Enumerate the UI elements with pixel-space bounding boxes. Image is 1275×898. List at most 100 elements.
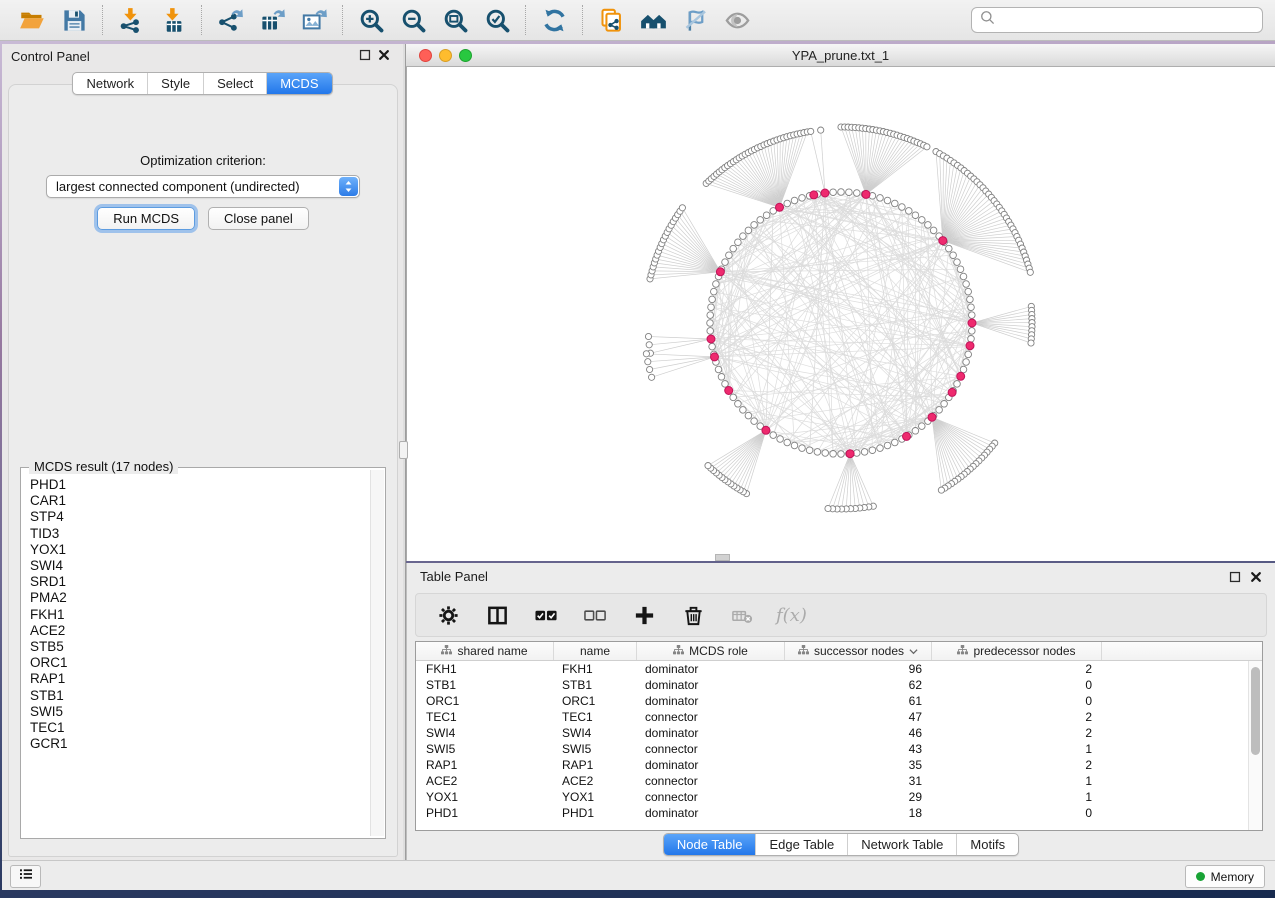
mcds-result-item[interactable]: TID3 — [30, 526, 369, 542]
tab-select[interactable]: Select — [203, 73, 266, 94]
tab-network[interactable]: Network — [73, 73, 147, 94]
export-table-icon — [259, 7, 286, 34]
zoom-out-button[interactable] — [398, 5, 428, 35]
function-builder-button[interactable]: f(x) — [776, 605, 807, 626]
save-icon — [61, 7, 88, 34]
mcds-result-item[interactable]: CAR1 — [30, 493, 369, 509]
export-image-icon — [301, 7, 328, 34]
main-toolbar — [0, 0, 1275, 41]
clone-network-button[interactable] — [596, 5, 626, 35]
mcds-result-list[interactable]: PHD1CAR1STP4TID3YOX1SWI4SRD1PMA2FKH1ACE2… — [22, 471, 369, 837]
zoom-selected-button[interactable] — [482, 5, 512, 35]
import-network-icon — [118, 7, 145, 34]
tab-style[interactable]: Style — [147, 73, 203, 94]
mcds-result-item[interactable]: RAP1 — [30, 671, 369, 687]
zoom-in-icon — [358, 7, 385, 34]
table-row[interactable]: SWI4SWI4dominator462 — [416, 725, 1248, 741]
column-header-shared-name[interactable]: shared name — [416, 642, 554, 660]
table-row[interactable]: ACE2ACE2connector311 — [416, 773, 1248, 789]
gear-button[interactable] — [433, 600, 463, 630]
mcds-result-item[interactable]: SWI4 — [30, 558, 369, 574]
mcds-result-item[interactable]: STP4 — [30, 509, 369, 525]
table-row[interactable]: RAP1RAP1dominator352 — [416, 757, 1248, 773]
network-home-button[interactable] — [638, 5, 668, 35]
canvas-resize-handle[interactable] — [715, 554, 730, 561]
table-row[interactable]: ORC1ORC1dominator610 — [416, 693, 1248, 709]
deselect-all-button[interactable] — [580, 600, 610, 630]
column-header-predecessor-nodes[interactable]: predecessor nodes — [932, 642, 1102, 660]
mcds-result-item[interactable]: ORC1 — [30, 655, 369, 671]
memory-status-icon — [1196, 872, 1205, 881]
export-table-button[interactable] — [257, 5, 287, 35]
open-button[interactable] — [17, 5, 47, 35]
table-row[interactable]: FKH1FKH1dominator962 — [416, 661, 1248, 677]
run-mcds-button[interactable]: Run MCDS — [97, 207, 195, 230]
zoom-out-icon — [400, 7, 427, 34]
column-header-MCDS-role[interactable]: MCDS role — [637, 642, 785, 660]
tab-network-table[interactable]: Network Table — [847, 834, 956, 855]
hide-graphics-button[interactable] — [680, 5, 710, 35]
mcds-result-item[interactable]: SRD1 — [30, 574, 369, 590]
save-button[interactable] — [59, 5, 89, 35]
column-header-name[interactable]: name — [554, 642, 637, 660]
optimization-criterion-select[interactable]: largest connected component (undirected) — [46, 175, 360, 198]
mcds-list-scrollbar[interactable] — [370, 470, 384, 836]
close-panel-button[interactable]: Close panel — [208, 207, 309, 230]
search-input[interactable] — [998, 12, 1262, 29]
mcds-result-item[interactable]: SWI5 — [30, 704, 369, 720]
mcds-result-item[interactable]: PMA2 — [30, 590, 369, 606]
close-panel-icon[interactable] — [377, 48, 391, 67]
select-all-icon — [535, 604, 558, 627]
mcds-result-item[interactable]: STB1 — [30, 688, 369, 704]
export-image-button[interactable] — [299, 5, 329, 35]
tab-edge-table[interactable]: Edge Table — [755, 834, 847, 855]
network-window-titlebar: YPA_prune.txt_1 — [406, 44, 1275, 67]
tab-motifs[interactable]: Motifs — [956, 834, 1018, 855]
network-canvas[interactable] — [406, 67, 1275, 561]
mcds-result-item[interactable]: STB5 — [30, 639, 369, 655]
float-panel-icon[interactable] — [358, 48, 372, 67]
table-row[interactable]: TEC1TEC1connector472 — [416, 709, 1248, 725]
delete-icon — [682, 604, 705, 627]
mcds-result-item[interactable]: TEC1 — [30, 720, 369, 736]
delete-table-button[interactable] — [727, 600, 757, 630]
column-header-successor-nodes[interactable]: successor nodes — [785, 642, 932, 660]
table-row[interactable]: STB1STB1dominator620 — [416, 677, 1248, 693]
add-button[interactable] — [629, 600, 659, 630]
table-row[interactable]: SWI5SWI5connector431 — [416, 741, 1248, 757]
splitter-handle[interactable] — [399, 441, 408, 459]
control-panel-title: Control Panel — [11, 49, 90, 64]
search-box[interactable] — [971, 7, 1263, 33]
delete-button[interactable] — [678, 600, 708, 630]
memory-label: Memory — [1211, 870, 1254, 884]
tab-node-table[interactable]: Node Table — [664, 834, 756, 855]
tab-mcds[interactable]: MCDS — [266, 73, 331, 94]
mcds-result-item[interactable]: ACE2 — [30, 623, 369, 639]
hierarchy-icon — [798, 644, 809, 658]
control-panel-tabs: NetworkStyleSelectMCDS — [72, 72, 332, 95]
float-table-panel-icon[interactable] — [1228, 570, 1242, 589]
network-home-icon — [640, 7, 667, 34]
mcds-result-item[interactable]: PHD1 — [30, 477, 369, 493]
show-graphics-button[interactable] — [722, 5, 752, 35]
select-all-button[interactable] — [531, 600, 561, 630]
import-network-button[interactable] — [116, 5, 146, 35]
columns-button[interactable] — [482, 600, 512, 630]
network-graph[interactable] — [407, 67, 1275, 561]
export-network-button[interactable] — [215, 5, 245, 35]
mcds-result-item[interactable]: GCR1 — [30, 736, 369, 752]
zoom-in-button[interactable] — [356, 5, 386, 35]
zoom-fit-button[interactable] — [440, 5, 470, 35]
memory-button[interactable]: Memory — [1185, 865, 1265, 888]
import-table-button[interactable] — [158, 5, 188, 35]
network-window-title: YPA_prune.txt_1 — [406, 48, 1275, 63]
mcds-result-item[interactable]: YOX1 — [30, 542, 369, 558]
table-scrollbar-thumb[interactable] — [1251, 667, 1260, 755]
refresh-button[interactable] — [539, 5, 569, 35]
mcds-result-item[interactable]: FKH1 — [30, 607, 369, 623]
table-row[interactable]: YOX1YOX1connector291 — [416, 789, 1248, 805]
close-table-panel-icon[interactable] — [1249, 570, 1263, 589]
table-row[interactable]: PHD1PHD1dominator180 — [416, 805, 1248, 821]
table-scrollbar[interactable] — [1248, 661, 1262, 830]
task-history-button[interactable] — [10, 865, 41, 888]
